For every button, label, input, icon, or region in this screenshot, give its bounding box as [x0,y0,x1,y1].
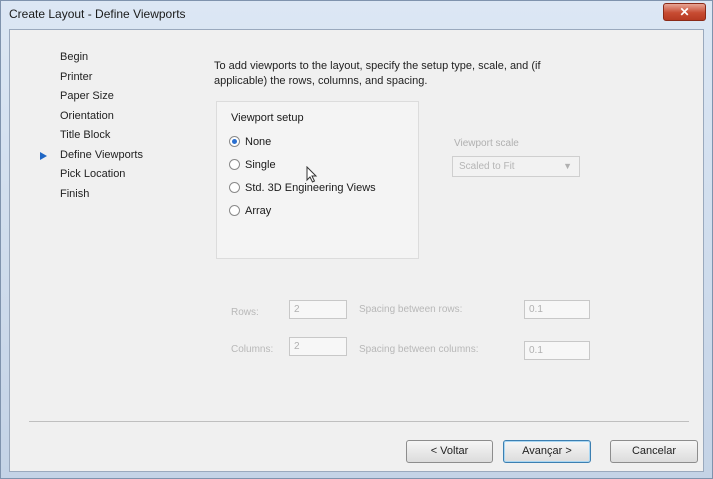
viewport-scale-value: Scaled to Fit [459,161,515,172]
close-button[interactable]: ✕ [663,3,706,21]
step-printer: Printer [60,68,143,88]
step-label: Finish [60,187,90,200]
step-finish: Finish [60,185,143,205]
columns-label: Columns: [231,344,274,355]
radio-unchecked-icon[interactable] [229,158,240,170]
triangle-right-icon [40,151,47,160]
step-label: Begin [60,51,89,63]
window-title: Create Layout - Define Viewports [9,7,186,21]
step-paper-size: Paper Size [60,87,143,107]
cancel-button[interactable]: Cancelar [610,440,698,463]
radio-single[interactable]: Single [229,157,276,173]
step-orientation: Orientation [60,107,143,127]
columns-input[interactable]: 2 [289,337,347,356]
radio-checked-icon[interactable] [229,135,240,147]
radio-label: Array [245,205,272,217]
rows-input[interactable]: 2 [289,300,347,319]
spacing-rows-input[interactable]: 0.1 [524,300,590,319]
radio-label: Single [245,159,276,171]
radio-label: None [245,136,272,148]
step-label: Orientation [60,109,114,122]
mouse-pointer-icon [306,166,318,183]
title-bar[interactable]: Create Layout - Define Viewports ✕ [1,1,712,27]
next-button[interactable]: Avançar > [503,440,591,463]
step-begin: Begin [60,48,143,68]
separator [29,421,689,422]
step-label: Paper Size [60,90,114,102]
viewport-scale-select[interactable]: Scaled to Fit ▼ [452,156,580,177]
step-label: Printer [60,70,93,83]
rows-label: Rows: [231,307,259,318]
step-define-viewports: Define Viewports [40,146,143,166]
back-button[interactable]: < Voltar [406,440,493,463]
spacing-columns-label: Spacing between columns: [359,344,479,355]
step-pick-location: Pick Location [60,165,143,185]
wizard-steps: Begin Printer Paper Size Orientation Tit… [40,48,143,205]
spacing-columns-input[interactable]: 0.1 [524,341,590,360]
chevron-down-icon: ▼ [563,161,572,171]
radio-std-3d-views[interactable]: Std. 3D Engineering Views [229,180,376,196]
viewport-setup-label: Viewport setup [231,112,304,124]
radio-unchecked-icon[interactable] [229,181,240,193]
instruction-text: To add viewports to the layout, specify … [214,60,541,87]
step-label: Define Viewports [60,148,143,161]
step-label: Pick Location [60,168,126,180]
radio-unchecked-icon[interactable] [229,204,240,216]
viewport-scale-label: Viewport scale [454,138,519,149]
create-layout-dialog: Create Layout - Define Viewports ✕ Begin… [0,0,713,479]
radio-array[interactable]: Array [229,203,271,219]
spacing-rows-label: Spacing between rows: [359,304,463,315]
radio-none[interactable]: None [229,134,271,150]
step-label: Title Block [60,129,111,141]
step-title-block: Title Block [60,126,143,146]
